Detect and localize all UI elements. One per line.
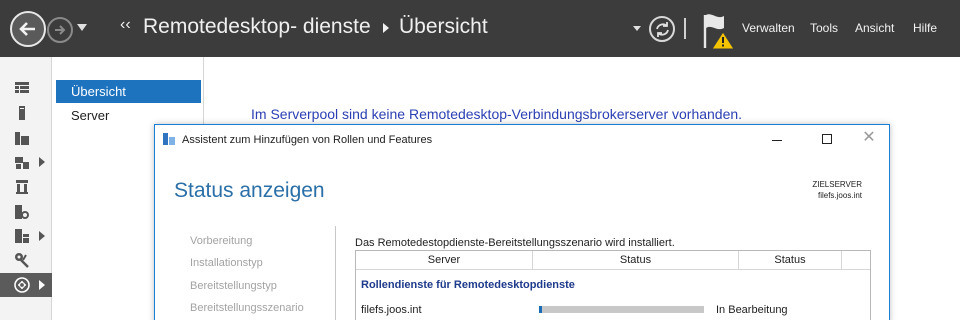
rail-item-wsus[interactable] xyxy=(0,224,52,248)
rail-item-remote-access[interactable] xyxy=(0,200,52,224)
dialog-title: Assistent zum Hinzufügen von Rollen und … xyxy=(182,134,433,146)
progress-fill xyxy=(539,306,543,313)
back-button[interactable] xyxy=(10,11,46,47)
forward-button[interactable] xyxy=(47,17,73,43)
rail-item-iis[interactable] xyxy=(0,175,52,199)
all-servers-icon xyxy=(15,132,29,145)
top-bar: ‹‹ Remotedesktop- dienste Übersicht Verw… xyxy=(0,0,960,57)
progress-bar xyxy=(539,306,704,313)
table-row-status: In Bearbeitung xyxy=(716,304,788,316)
breadcrumb-overflow[interactable]: ‹‹ xyxy=(120,16,131,34)
step-deployment-type: Bereitstellungstyp xyxy=(190,280,277,292)
page-title: Status anzeigen xyxy=(174,179,325,202)
no-broker-message: Im Serverpool sind keine Remotedesktop-V… xyxy=(251,106,743,122)
column-header-status[interactable]: Status xyxy=(533,251,739,270)
notification-flag-icon[interactable] xyxy=(702,12,736,50)
dashboard-icon xyxy=(15,82,29,93)
add-roles-wizard-dialog: Assistent zum Hinzufügen von Rollen und … xyxy=(154,124,890,320)
rail-item-remote-desktop-services[interactable] xyxy=(0,273,52,297)
rail-item-dashboard[interactable] xyxy=(0,76,52,100)
status-table: Server Status Status Rollendienste für R… xyxy=(355,250,871,320)
tools-icon xyxy=(15,253,29,268)
refresh-icon xyxy=(656,22,669,37)
menu-tools[interactable]: Tools xyxy=(810,21,838,35)
menu-manage[interactable]: Verwalten xyxy=(742,21,795,35)
group-header: Rollendienste für Remotedesktopdienste xyxy=(361,279,575,291)
nav-item-overview[interactable]: Übersicht xyxy=(56,80,201,103)
steps-divider xyxy=(335,226,336,320)
menu-help[interactable]: Hilfe xyxy=(913,21,937,35)
dialog-titlebar[interactable]: Assistent zum Hinzufügen von Rollen und … xyxy=(155,125,889,156)
local-server-icon xyxy=(19,106,25,120)
arrow-right-icon xyxy=(55,25,66,35)
column-header-server[interactable]: Server xyxy=(356,251,533,270)
server-manager-icon xyxy=(163,133,175,145)
breadcrumb-separator-icon xyxy=(383,23,389,33)
target-server-label: ZIELSERVER xyxy=(812,180,862,189)
target-server-value: filefs.joos.int xyxy=(817,191,862,200)
rail-item-file-storage[interactable] xyxy=(0,150,52,174)
history-dropdown-icon[interactable] xyxy=(77,24,87,31)
icon-rail xyxy=(0,57,52,320)
breadcrumb-item-remote-desktop-services[interactable]: Remotedesktop- dienste xyxy=(143,15,371,39)
address-dropdown-icon[interactable] xyxy=(633,26,641,31)
expand-arrow-icon[interactable] xyxy=(39,280,45,290)
arrow-left-icon xyxy=(19,22,35,36)
column-header-status-text[interactable]: Status xyxy=(739,251,842,270)
toolbar-divider xyxy=(684,18,686,39)
remote-access-icon xyxy=(15,205,29,219)
expand-arrow-icon[interactable] xyxy=(39,157,45,167)
breadcrumb-item-overview[interactable]: Übersicht xyxy=(399,15,488,39)
step-preparation: Vorbereitung xyxy=(190,235,253,247)
close-icon[interactable]: ✕ xyxy=(861,129,877,147)
menu-view[interactable]: Ansicht xyxy=(855,21,894,35)
expand-arrow-icon[interactable] xyxy=(39,231,45,241)
table-header: Server Status Status xyxy=(356,251,870,270)
rail-item-local-server[interactable] xyxy=(0,101,52,125)
file-storage-icon xyxy=(15,157,29,169)
step-deployment-scenario: Bereitstellungsszenario xyxy=(190,302,304,314)
installation-message: Das Remotedestopdienste-Bereitstellungss… xyxy=(355,237,675,249)
minimize-icon[interactable] xyxy=(772,140,782,141)
rail-item-tools[interactable] xyxy=(0,248,52,272)
step-installation-type: Installationstyp xyxy=(190,257,263,269)
refresh-button[interactable] xyxy=(649,16,675,42)
iis-icon xyxy=(16,180,28,194)
maximize-icon[interactable] xyxy=(822,134,832,144)
rail-item-all-servers[interactable] xyxy=(0,126,52,150)
table-row-server[interactable]: filefs.joos.int xyxy=(361,304,422,316)
wsus-icon xyxy=(15,229,29,243)
remote-desktop-services-icon xyxy=(14,277,30,293)
